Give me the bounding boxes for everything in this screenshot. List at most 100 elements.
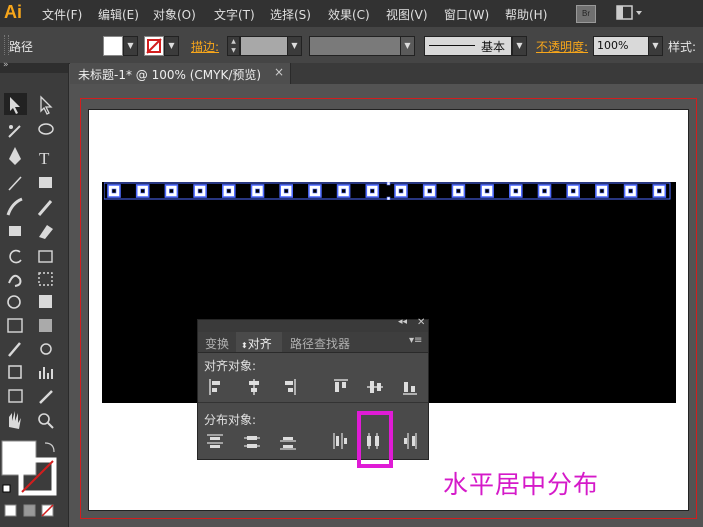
panel-menu-icon[interactable]: ▾≡ — [409, 335, 422, 346]
align-buttons-row[interactable] — [198, 376, 428, 398]
selected-squares-row[interactable] — [104, 182, 674, 200]
shape-builder-tool-icon — [7, 295, 21, 309]
rectangle-tool-icon — [39, 177, 52, 188]
blob-brush-tool-icon — [9, 226, 21, 236]
square-center-point — [169, 188, 174, 194]
distribute-bottom-button[interactable] — [280, 437, 296, 450]
menu-edit[interactable]: 编辑(E) — [98, 6, 139, 23]
fill-dropdown-icon[interactable]: ▼ — [123, 36, 138, 56]
stroke-weight-stepper[interactable]: ▲ ▼ — [227, 36, 240, 56]
scale-tool-icon — [38, 250, 53, 263]
paintbrush-tool-icon — [6, 197, 23, 216]
panel-title-bar[interactable]: ◂◂ ✕ — [198, 317, 428, 332]
align-right-button[interactable] — [285, 379, 296, 395]
menu-file[interactable]: 文件(F) — [42, 6, 82, 23]
fill-swatch[interactable] — [103, 36, 123, 56]
opacity-dropdown-icon[interactable]: ▼ — [648, 36, 663, 56]
tools-panel-header[interactable]: » — [0, 60, 68, 73]
distribute-left-button[interactable] — [333, 433, 347, 449]
brush-stroke-preview — [429, 45, 475, 46]
square-center-point — [427, 188, 433, 194]
square-center-point — [570, 188, 576, 194]
menu-object[interactable]: 对象(O) — [153, 6, 196, 23]
workspace-switcher-icon[interactable] — [616, 4, 646, 22]
distribute-vcenter-button[interactable] — [244, 436, 260, 448]
swap-colors-icon — [44, 442, 55, 453]
square-center-point — [283, 188, 289, 194]
highlight-box — [357, 411, 393, 468]
menu-window[interactable]: 窗口(W) — [444, 6, 489, 23]
align-bottom-button[interactable] — [403, 382, 417, 395]
eraser-tool-icon — [39, 225, 53, 239]
tools-panel: » T — [0, 60, 69, 527]
stroke-swatch[interactable] — [144, 36, 164, 56]
perspective-grid-tool-icon — [39, 295, 52, 308]
distribute-buttons-row[interactable] — [198, 430, 428, 452]
square-center-point — [341, 188, 346, 194]
profile-dropdown-icon[interactable]: ▼ — [400, 36, 415, 56]
document-tab-title: 未标题-1* @ 100% (CMYK/预览) — [78, 68, 262, 82]
align-objects-label: 对齐对象: — [204, 359, 257, 373]
align-top-button[interactable] — [334, 379, 348, 392]
opacity-input[interactable]: 100% — [593, 36, 649, 56]
menu-effect[interactable]: 效果(C) — [328, 6, 370, 23]
stroke-dropdown-icon[interactable]: ▼ — [164, 36, 179, 56]
tab-align[interactable]: ⬍对齐 — [241, 335, 272, 352]
square-center-point — [226, 188, 232, 194]
distribute-top-button[interactable] — [207, 434, 223, 448]
gradient-mode-icon — [23, 504, 36, 517]
align-left-button[interactable] — [209, 379, 220, 395]
distribute-objects-label: 分布对象: — [204, 413, 257, 427]
brush-dropdown-icon[interactable]: ▼ — [512, 36, 527, 56]
stroke-weight-label[interactable]: 描边: — [191, 38, 219, 55]
menu-bar: Ai 文件(F) 编辑(E) 对象(O) 文字(T) 选择(S) 效果(C) 视… — [0, 0, 703, 27]
panel-divider — [198, 402, 428, 403]
document-tab[interactable]: 未标题-1* @ 100% (CMYK/预览) × — [70, 63, 291, 84]
menu-help[interactable]: 帮助(H) — [505, 6, 547, 23]
no-stroke-icon — [146, 38, 162, 54]
square-center-point — [197, 188, 203, 194]
close-tab-icon[interactable]: × — [274, 65, 284, 79]
close-panel-icon[interactable]: ✕ — [417, 317, 425, 328]
direct-selection-tool-icon — [40, 95, 53, 115]
distribute-right-button[interactable] — [404, 433, 417, 449]
panel-tabs: 变换 ⬍对齐 路径查找器 ▾≡ — [198, 332, 428, 353]
pen-tool-icon — [9, 147, 21, 165]
collapse-icon[interactable]: » — [3, 60, 9, 70]
color-mode-icon — [4, 504, 17, 517]
menu-view[interactable]: 视图(V) — [386, 6, 428, 23]
bridge-button[interactable]: Br — [576, 5, 596, 23]
square-center-point — [513, 188, 519, 194]
brush-definition[interactable]: 基本 — [424, 36, 512, 56]
opacity-label[interactable]: 不透明度: — [536, 38, 588, 55]
align-hcenter-button[interactable] — [249, 379, 259, 395]
tool-icons[interactable]: T — [0, 91, 68, 527]
collapse-panel-icon[interactable]: ◂◂ — [398, 317, 407, 327]
tab-stepper-icon: ⬍ — [241, 341, 248, 350]
type-tool-icon: T — [39, 149, 50, 168]
stroke-weight-dropdown-icon[interactable]: ▼ — [287, 36, 302, 56]
square-center-point — [398, 188, 404, 194]
opacity-value: 100% — [597, 39, 629, 52]
warp-tool-icon — [8, 274, 22, 287]
stroke-weight-input[interactable] — [240, 36, 288, 56]
blend-tool-icon — [40, 343, 52, 355]
control-bar: 路径 ▼ ▼ 描边: ▲ ▼ ▼ ▼ 基本 ▼ 不透明度: 100% ▼ 样式: — [0, 27, 703, 64]
eyedropper-tool-icon — [8, 342, 21, 357]
gradient-tool-icon — [39, 319, 52, 332]
symbol-sprayer-tool-icon — [8, 365, 22, 379]
selection-tool-icon — [10, 97, 20, 114]
variable-width-profile[interactable] — [309, 36, 401, 56]
menu-select[interactable]: 选择(S) — [270, 6, 311, 23]
slice-tool-icon — [39, 390, 53, 404]
square-center-point — [628, 188, 633, 194]
menu-type[interactable]: 文字(T) — [214, 6, 255, 23]
tab-pathfinder[interactable]: 路径查找器 — [290, 335, 350, 352]
tab-transform[interactable]: 变换 — [205, 335, 229, 352]
small-squares[interactable] — [107, 184, 667, 198]
align-vcenter-button[interactable] — [367, 381, 383, 393]
hand-tool-icon — [9, 411, 21, 429]
square-center-point — [140, 188, 146, 194]
annotation-text: 水平居中分布 — [443, 470, 600, 499]
square-center-point — [542, 188, 547, 194]
